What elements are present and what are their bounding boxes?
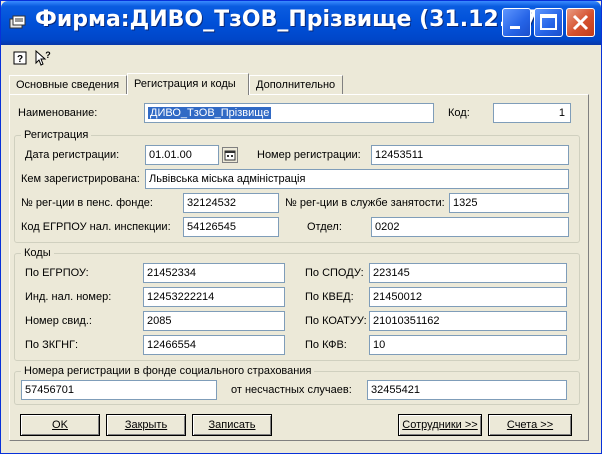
pension-fund-field[interactable]: 32124532 — [183, 193, 279, 213]
spodu-field[interactable]: 223145 — [369, 263, 567, 283]
kfv-label: По КФВ: — [305, 339, 347, 351]
egrpou-label: По ЕГРПОУ: — [25, 267, 89, 279]
reg-date-field[interactable]: 01.01.00 — [145, 145, 219, 165]
kved-field[interactable]: 21450012 — [369, 287, 567, 307]
tab-label: Основные сведения — [16, 79, 120, 91]
tab-label: Дополнительно — [256, 79, 336, 91]
social-insurance-group: Номера регистрации в фонде социального с… — [14, 365, 580, 405]
koatuu-field[interactable]: 21010351162 — [369, 311, 567, 331]
egrpou-inspection-field[interactable]: 54126545 — [183, 217, 279, 237]
certificate-field[interactable]: 2085 — [143, 311, 285, 331]
employees-button[interactable]: Сотрудники >> — [398, 414, 482, 436]
accounts-button-label: Счета >> — [506, 419, 554, 431]
reg-number-field[interactable]: 12453511 — [371, 145, 569, 165]
social-insurance-group-title: Номера регистрации в фонде социального с… — [21, 365, 315, 377]
name-field[interactable]: ДИВО_ТзОВ_Прізвище — [144, 103, 434, 123]
tab-bar: Основные сведения Регистрация и коды Доп… — [9, 73, 599, 95]
tax-number-field[interactable]: 12453222214 — [143, 287, 285, 307]
dialog-window: Фирма:ДИВО_ТзОВ_Прізвище (31.12.07) ? ? … — [0, 0, 602, 454]
app-icon[interactable] — [9, 15, 27, 31]
accidents-label: от несчастных случаев: — [231, 384, 352, 396]
close-button[interactable] — [566, 8, 595, 37]
codes-group: Коды По ЕГРПОУ: 21452334 По СПОДУ: 22314… — [14, 247, 580, 361]
maximize-icon — [540, 14, 557, 30]
koatuu-label: По КОАТУУ: — [305, 315, 367, 327]
employment-label: № рег-ции в службе занятости: — [285, 197, 445, 209]
registered-by-field[interactable]: Львівська міська адміністрація — [145, 169, 569, 189]
employment-field[interactable]: 1325 — [449, 193, 569, 213]
zkgng-field[interactable]: 12466554 — [143, 335, 285, 355]
context-help-icon[interactable]: ? — [33, 49, 53, 67]
name-label: Наименование: — [18, 107, 98, 119]
minimize-button[interactable] — [502, 8, 531, 37]
svg-text:?: ? — [17, 54, 23, 65]
close-icon — [572, 14, 589, 31]
tab-additional[interactable]: Дополнительно — [249, 75, 343, 94]
registration-group: Регистрация Дата регистрации: 01.01.00 Н… — [14, 129, 580, 243]
department-field[interactable]: 0202 — [371, 217, 569, 237]
reg-number-label: Номер регистрации: — [257, 149, 361, 161]
ok-button[interactable]: OK — [20, 414, 100, 436]
reg-date-label: Дата регистрации: — [25, 149, 120, 161]
kved-label: По КВЕД: — [305, 291, 354, 303]
registered-by-label: Кем зарегистрирована: — [21, 173, 140, 185]
ok-button-label: OK — [52, 419, 68, 431]
close-dialog-button[interactable]: Закрыть — [106, 414, 186, 436]
certificate-label: Номер свид.: — [25, 315, 92, 327]
tab-label: Регистрация и коды — [134, 78, 236, 90]
tax-number-label: Инд. нал. номер: — [25, 291, 112, 303]
egrpou-inspection-label: Код ЕГРПОУ нал. инспекции: — [21, 221, 171, 233]
employees-button-label: Сотрудники >> — [402, 419, 478, 431]
registration-group-title: Регистрация — [21, 129, 92, 141]
accidents-field[interactable]: 32455421 — [367, 380, 567, 400]
egrpou-field[interactable]: 21452334 — [143, 263, 285, 283]
code-label: Код: — [448, 107, 470, 119]
codes-group-title: Коды — [21, 247, 54, 259]
name-value: ДИВО_ТзОВ_Прізвище — [148, 107, 272, 119]
spodu-label: По СПОДУ: — [305, 267, 364, 279]
tab-panel: Наименование: ДИВО_ТзОВ_Прізвище Код: 1 … — [9, 94, 589, 441]
save-button-label: Записать — [208, 419, 256, 431]
accounts-button[interactable]: Счета >> — [488, 414, 572, 436]
social-insurance-field[interactable]: 57456701 — [21, 380, 217, 400]
department-label: Отдел: — [307, 221, 342, 233]
window-title: Фирма:ДИВО_ТзОВ_Прізвище (31.12.07) — [35, 7, 548, 32]
help-icon[interactable]: ? — [11, 49, 31, 67]
pension-fund-label: № рег-ции в пенс. фонде: — [21, 197, 153, 209]
svg-text:?: ? — [45, 50, 51, 60]
minimize-icon — [510, 26, 520, 29]
tab-main-info[interactable]: Основные сведения — [9, 75, 127, 94]
kfv-field[interactable]: 10 — [369, 335, 567, 355]
zkgng-label: По ЗКГНГ: — [25, 339, 79, 351]
code-field[interactable]: 1 — [493, 103, 571, 123]
tab-registration-codes[interactable]: Регистрация и коды — [127, 73, 249, 95]
title-bar[interactable]: Фирма:ДИВО_ТзОВ_Прізвище (31.12.07) — [1, 1, 601, 45]
save-button[interactable]: Записать — [192, 414, 272, 436]
calendar-button[interactable] — [222, 147, 238, 163]
close-button-label: Закрыть — [124, 419, 168, 431]
maximize-button[interactable] — [534, 8, 563, 37]
calendar-icon — [224, 150, 236, 161]
